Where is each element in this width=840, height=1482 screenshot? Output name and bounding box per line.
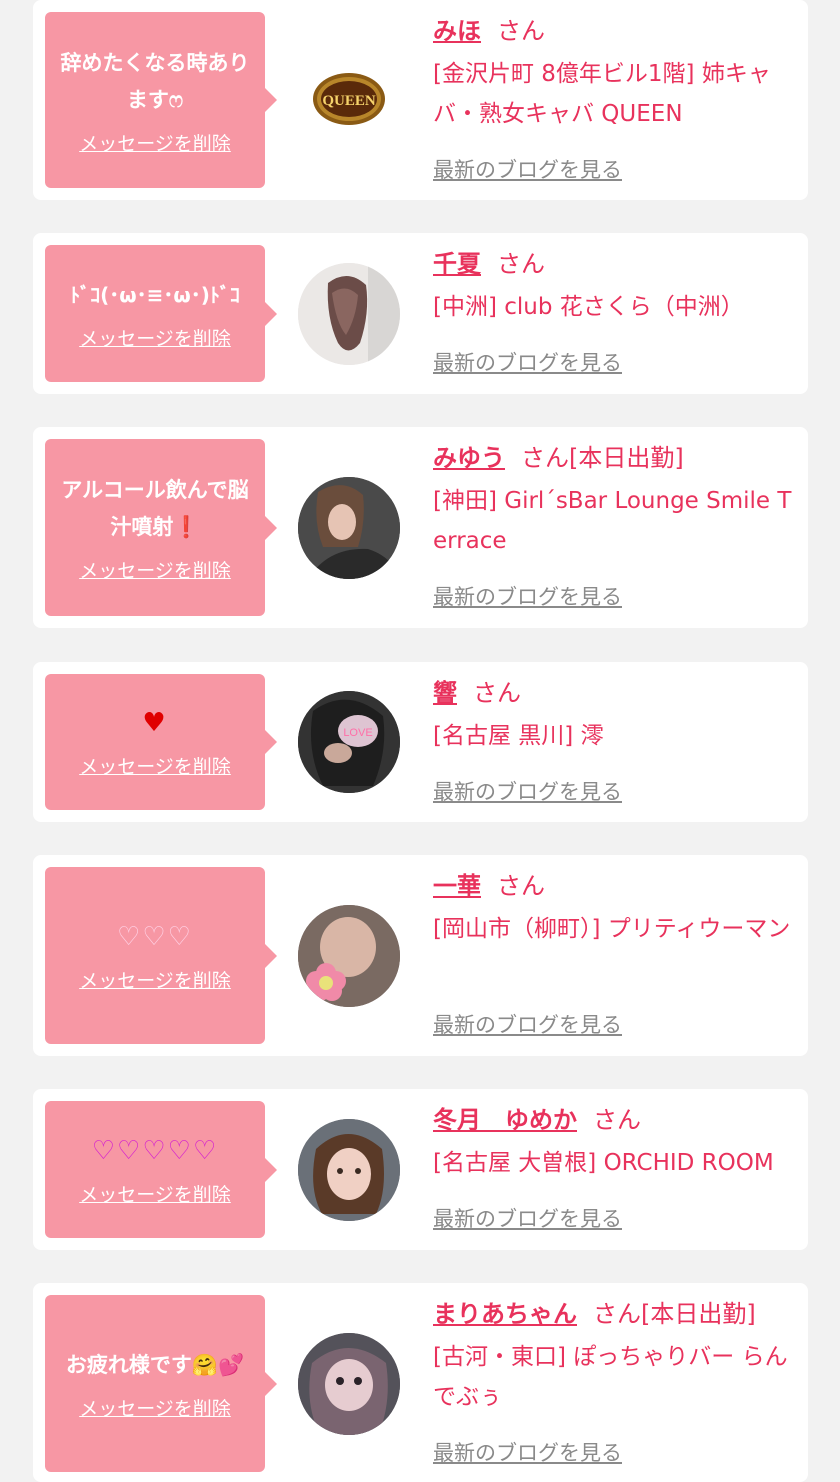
avatar[interactable] [298,905,400,1007]
shop-name: [名古屋 大曽根] ORCHID ROOM [433,1150,774,1176]
honorific: さん [593,1106,641,1134]
girl-name-link[interactable]: みほ [433,17,481,45]
message-text: ♡♡♡ [117,921,193,952]
view-blog-link[interactable]: 最新のブログを見る [433,581,622,611]
card-info: まりあちゃん さん[本日出勤] [古河・東口] ぽっちゃりバー らんでぶぅ 最新の… [433,1297,801,1477]
shop-name: [神田] Girl´sBar Lounge Smile Terrace [433,488,792,554]
message-bubble: ♡♡♡♡♡ メッセージを削除 [45,1101,277,1238]
card-info: 一華 さん [岡山市（柳町）] プリティウーマン 最新のブログを見る [433,869,801,1049]
message-text: ﾄﾞｺ(･ω･≡･ω･)ﾄﾞｺ [70,282,240,307]
girl-name-link[interactable]: みゆう [433,444,505,472]
girl-name-link[interactable]: まりあちゃん [433,1300,577,1328]
svg-text:QUEEN: QUEEN [322,93,376,109]
message-text: ♡♡♡♡♡ [91,1135,219,1166]
card-info: 冬月 ゆめか さん [名古屋 大曽根] ORCHID ROOM 最新のブログを見る [433,1103,801,1243]
honorific: さん [497,872,545,900]
message-bubble: 辞めたくなる時ありますෆ メッセージを削除 [45,12,277,188]
avatar[interactable]: LOVE [298,691,400,793]
shop-name: [岡山市（柳町）] プリティウーマン [433,916,791,942]
delete-message-link[interactable]: メッセージを削除 [79,1394,231,1421]
shop-name: [中洲] club 花さくら（中洲） [433,294,744,320]
girl-name-link[interactable]: 千夏 [433,250,481,278]
view-blog-link[interactable]: 最新のブログを見る [433,347,622,377]
message-bubble: お疲れ様です🤗💕 メッセージを削除 [45,1295,277,1472]
card-info: 響さん [名古屋 黒川] 澪 最新のブログを見る [433,676,801,816]
message-card: ﾄﾞｺ(･ω･≡･ω･)ﾄﾞｺ メッセージを削除 千夏 さん [中洲] club … [33,233,808,394]
message-bubble: ♡♡♡ メッセージを削除 [45,867,277,1044]
message-text: ♥ [142,708,168,738]
view-blog-link[interactable]: 最新のブログを見る [433,1437,622,1467]
view-blog-link[interactable]: 最新のブログを見る [433,1203,622,1233]
girl-name-link[interactable]: 一華 [433,872,481,900]
svg-text:LOVE: LOVE [343,727,372,739]
avatar[interactable]: QUEEN [298,48,400,150]
shop-name: [金沢片町 8億年ビル1階] 姉キャバ・熟女キャバ QUEEN [433,61,771,127]
avatar[interactable] [298,1333,400,1435]
honorific: さん [593,1300,641,1328]
message-card: ♡♡♡ メッセージを削除 一華 さん [岡山市（柳町）] プリティウーマン 最新… [33,855,808,1056]
delete-message-link[interactable]: メッセージを削除 [79,556,231,583]
honorific: さん [521,444,569,472]
message-card: お疲れ様です🤗💕 メッセージを削除 まりあちゃん さん[本日出勤] [古河・東口]… [33,1283,808,1482]
message-text: アルコール飲んで脳汁噴射❗️ [61,478,249,539]
message-card: ♡♡♡♡♡ メッセージを削除 冬月 ゆめか さん [名古屋 大曽根] ORCHID… [33,1089,808,1250]
avatar-photo: LOVE [298,691,400,793]
status-label: [本日出勤] [569,444,684,472]
queen-logo-icon: QUEEN [313,73,385,125]
honorific: さん [497,250,545,278]
girl-name-link[interactable]: 響 [433,679,457,707]
honorific: さん [497,17,545,45]
delete-message-link[interactable]: メッセージを削除 [79,324,231,351]
avatar[interactable] [298,263,400,365]
avatar-photo [298,905,400,1007]
message-bubble: ﾄﾞｺ(･ω･≡･ω･)ﾄﾞｺ メッセージを削除 [45,245,277,382]
message-bubble: ♥ メッセージを削除 [45,674,277,810]
message-card: 辞めたくなる時ありますෆ メッセージを削除 QUEEN みほ さん [金沢片町 8… [33,0,808,200]
avatar[interactable] [298,1119,400,1221]
status-label: [本日出勤] [641,1300,756,1328]
message-text: 辞めたくなる時ありますෆ [60,50,250,112]
avatar-photo [298,263,400,365]
shop-name: [古河・東口] ぽっちゃりバー らんでぶぅ [433,1344,788,1410]
delete-message-link[interactable]: メッセージを削除 [79,752,231,779]
message-bubble: アルコール飲んで脳汁噴射❗️ メッセージを削除 [45,439,277,616]
girl-name-link[interactable]: 冬月 ゆめか [433,1106,577,1134]
view-blog-link[interactable]: 最新のブログを見る [433,776,622,806]
delete-message-link[interactable]: メッセージを削除 [79,129,231,156]
avatar[interactable] [298,477,400,579]
avatar-photo [298,1333,400,1435]
message-text: お疲れ様です🤗💕 [65,1352,245,1377]
message-card: アルコール飲んで脳汁噴射❗️ メッセージを削除 みゆう さん[本日出勤] [神田]… [33,427,808,628]
honorific: さん [473,679,521,707]
message-card: ♥ メッセージを削除 LOVE 響さん [名古屋 黒川] 澪 最新のブログを見る [33,662,808,822]
card-info: みゆう さん[本日出勤] [神田] Girl´sBar Lounge Smile … [433,441,801,621]
delete-message-link[interactable]: メッセージを削除 [79,1180,231,1207]
delete-message-link[interactable]: メッセージを削除 [79,966,231,993]
view-blog-link[interactable]: 最新のブログを見る [433,154,622,184]
card-info: みほ さん [金沢片町 8億年ビル1階] 姉キャバ・熟女キャバ QUEEN 最新の… [433,14,801,194]
avatar-photo [298,1119,400,1221]
card-info: 千夏 さん [中洲] club 花さくら（中洲） 最新のブログを見る [433,247,801,387]
shop-name: [名古屋 黒川] 澪 [433,723,604,749]
avatar-photo [298,477,400,579]
view-blog-link[interactable]: 最新のブログを見る [433,1009,622,1039]
